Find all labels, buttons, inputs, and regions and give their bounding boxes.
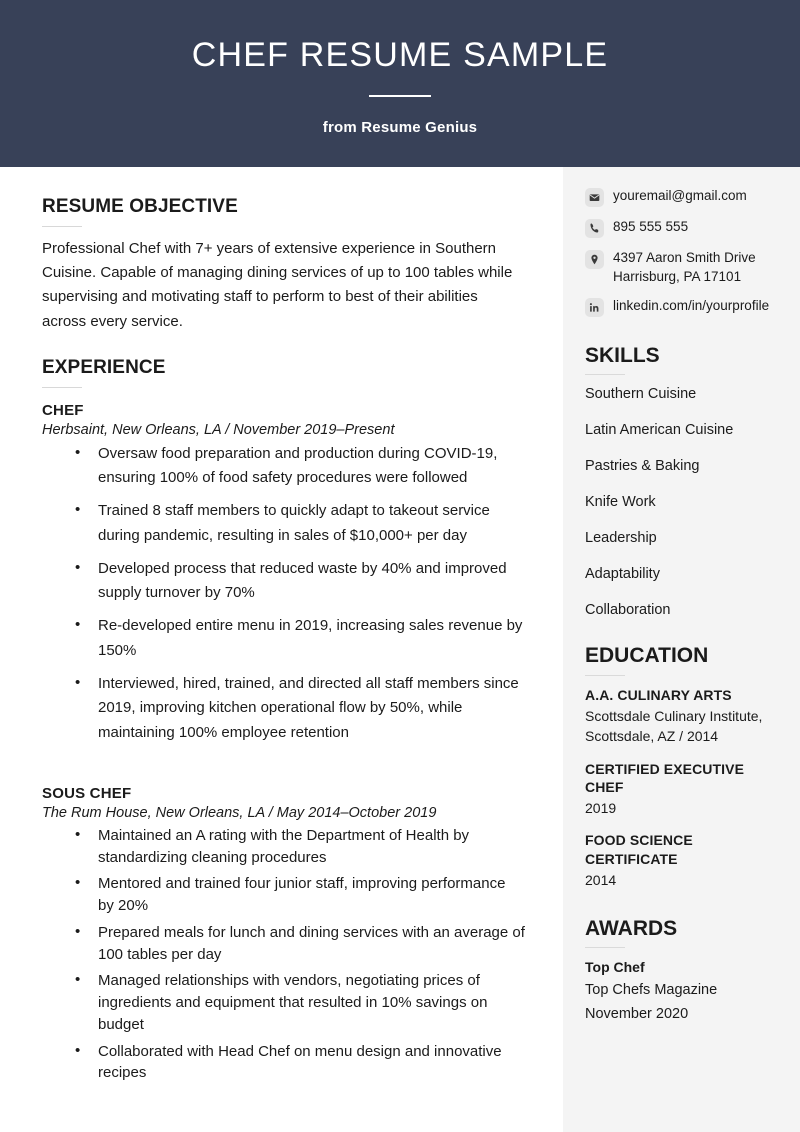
education-detail: 2019: [585, 799, 617, 816]
banner-divider: [369, 94, 431, 97]
job-bullet: Trained 8 staff members to quickly adapt…: [75, 498, 525, 548]
education-degree: FOOD SCIENCE CERTIFICATE: [585, 832, 693, 867]
section-divider-experience: [42, 386, 82, 388]
education-degree: A.A. CULINARY ARTS: [585, 686, 732, 703]
sidebar: youremail@gmail.com 895 555 555 4397 Aar…: [563, 167, 800, 1132]
envelope-icon: [585, 188, 604, 207]
job-bullet: Maintained an A rating with the Departme…: [75, 824, 525, 869]
experience-entry: CHEF Herbsaint, New Orleans, LA / Novemb…: [42, 402, 525, 745]
award-date: November 2020: [585, 1005, 689, 1022]
main-column: RESUME OBJECTIVE Professional Chef with …: [0, 167, 563, 1132]
contact-text-phone: 895 555 555: [613, 219, 689, 234]
job-bullet: Prepared meals for lunch and dining serv…: [75, 921, 525, 966]
contact-list: youremail@gmail.com 895 555 555 4397 Aar…: [585, 187, 786, 318]
page-banner: CHEF RESUME SAMPLE from Resume Genius: [0, 0, 800, 167]
job-meta: Herbsaint, New Orleans, LA / November 20…: [42, 421, 395, 438]
skill-item: Knife Work: [585, 493, 656, 510]
awards-list: Top Chef Top Chefs Magazine November 202…: [585, 958, 786, 1024]
job-bullet: Re-developed entire menu in 2019, increa…: [75, 613, 525, 663]
section-divider-education: [585, 674, 625, 676]
contact-item-address: 4397 Aaron Smith Drive Harrisburg, PA 17…: [585, 249, 786, 286]
skills-list: Southern Cuisine Latin American Cuisine …: [585, 385, 786, 619]
experience-entry: SOUS CHEF The Rum House, New Orleans, LA…: [42, 785, 525, 1084]
skill-item: Collaboration: [585, 601, 671, 618]
job-bullet: Collaborated with Head Chef on menu desi…: [75, 1040, 525, 1085]
job-bullet-list: Maintained an A rating with the Departme…: [42, 824, 525, 1085]
job-meta: The Rum House, New Orleans, LA / May 201…: [42, 804, 437, 821]
contact-item-linkedin[interactable]: linkedin.com/in/yourprofile: [585, 297, 786, 318]
section-divider-objective: [42, 225, 82, 227]
job-title: CHEF: [42, 401, 84, 419]
linkedin-icon: [585, 298, 604, 318]
section-heading-experience: EXPERIENCE: [42, 356, 166, 378]
contact-text-linkedin: linkedin.com/in/yourprofile: [613, 298, 770, 314]
section-heading-objective: RESUME OBJECTIVE: [42, 196, 238, 217]
job-bullet: Oversaw food preparation and production …: [75, 441, 525, 491]
skill-item: Latin American Cuisine: [585, 422, 734, 439]
education-item: FOOD SCIENCE CERTIFICATE 2014: [585, 831, 786, 890]
skill-item: Adaptability: [585, 565, 660, 582]
education-detail: 2014: [585, 871, 617, 888]
education-detail: Scottsdale Culinary Institute, Scottsdal…: [585, 707, 763, 745]
skill-item: Pastries & Baking: [585, 458, 700, 475]
contact-text-address: 4397 Aaron Smith Drive Harrisburg, PA 17…: [613, 250, 756, 284]
page-title: CHEF RESUME SAMPLE: [191, 36, 609, 75]
skill-item: Leadership: [585, 529, 657, 546]
job-bullet: Interviewed, hired, trained, and directe…: [75, 671, 525, 745]
job-bullet: Mentored and trained four junior staff, …: [75, 872, 525, 917]
location-pin-icon: [585, 250, 604, 269]
objective-text: Professional Chef with 7+ years of exten…: [42, 239, 513, 330]
education-item: A.A. CULINARY ARTS Scottsdale Culinary I…: [585, 686, 786, 747]
banner-subtitle: from Resume Genius: [322, 118, 478, 136]
education-degree: CERTIFIED EXECUTIVE CHEF: [585, 760, 745, 795]
award-organization: Top Chefs Magazine: [585, 981, 718, 998]
resume-body: RESUME OBJECTIVE Professional Chef with …: [0, 167, 800, 1132]
section-divider-awards: [585, 947, 625, 949]
section-heading-skills: SKILLS: [585, 344, 660, 368]
contact-item-phone[interactable]: 895 555 555: [585, 218, 786, 238]
education-item: CERTIFIED EXECUTIVE CHEF 2019: [585, 760, 786, 819]
section-divider-skills: [585, 374, 625, 376]
job-bullet: Developed process that reduced waste by …: [75, 556, 525, 606]
job-bullet: Managed relationships with vendors, nego…: [75, 969, 525, 1035]
education-list: A.A. CULINARY ARTS Scottsdale Culinary I…: [585, 686, 786, 891]
skill-item: Southern Cuisine: [585, 386, 697, 403]
award-name: Top Chef: [585, 959, 645, 976]
section-heading-awards: AWARDS: [585, 917, 678, 941]
phone-icon: [585, 219, 604, 238]
job-bullet-list: Oversaw food preparation and production …: [42, 441, 525, 745]
resume-page: CHEF RESUME SAMPLE from Resume Genius RE…: [0, 0, 800, 1132]
award-item: Top Chef Top Chefs Magazine November 202…: [585, 958, 786, 1024]
job-title: SOUS CHEF: [42, 784, 132, 802]
section-heading-education: EDUCATION: [585, 644, 709, 668]
contact-item-email[interactable]: youremail@gmail.com: [585, 187, 786, 207]
contact-text-email: youremail@gmail.com: [613, 188, 747, 203]
